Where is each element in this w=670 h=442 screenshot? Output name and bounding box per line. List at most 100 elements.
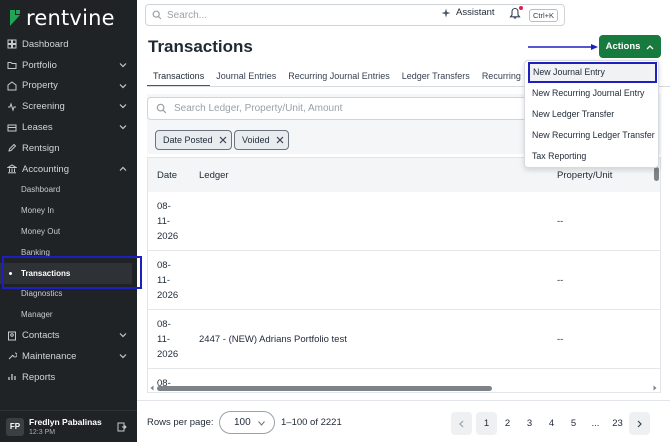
close-icon[interactable]: [276, 136, 284, 144]
chevron-up-icon: [119, 166, 127, 171]
tab-recurring-journal-entries[interactable]: Recurring Journal Entries: [282, 65, 396, 86]
chevron-up-icon: [646, 44, 654, 49]
chevron-down-icon: [119, 83, 127, 88]
sidebar-item-leases[interactable]: Leases: [0, 117, 137, 138]
chevron-down-icon: [119, 62, 127, 68]
lease-icon: [7, 123, 17, 133]
next-page-button[interactable]: [629, 412, 650, 435]
vertical-scrollbar[interactable]: [654, 167, 659, 181]
chevron-down-icon: [119, 333, 127, 338]
horizontal-scrollbar[interactable]: [157, 386, 492, 391]
column-header-ledger[interactable]: Ledger: [199, 170, 229, 181]
brand-name: rentvine: [26, 6, 115, 30]
sidebar-subitem-money-in[interactable]: Money In: [0, 200, 137, 221]
column-header-property[interactable]: Property/Unit: [557, 170, 612, 181]
menu-item-new-journal-entry[interactable]: New Journal Entry: [528, 62, 657, 83]
cell-date: 08- 11- 2026: [157, 201, 179, 242]
page-button-1[interactable]: 1: [476, 412, 497, 435]
sidebar-subitem-label: Dashboard: [21, 185, 61, 195]
sidebar-item-portfolio[interactable]: Portfolio: [0, 55, 137, 76]
annotation-highlight-transactions: [2, 256, 142, 289]
assistant-label: Assistant: [456, 7, 495, 18]
logout-icon[interactable]: [117, 422, 127, 432]
transactions-table: Date Ledger Property/Unit 08- 11- 2026 -…: [147, 157, 661, 393]
sparkle-icon: [441, 8, 451, 17]
chevron-right-icon: [637, 420, 642, 427]
sidebar-item-property[interactable]: Property: [0, 76, 137, 97]
user-time: 12:3 PM: [29, 429, 56, 436]
scroll-left-icon[interactable]: [149, 385, 155, 391]
rows-per-page-select[interactable]: 100: [219, 411, 275, 434]
table-row[interactable]: 08- 11- 2026 2447 - (NEW) Adrians Portfo…: [148, 310, 660, 369]
filter-chip-voided[interactable]: Voided: [234, 130, 289, 150]
notification-badge: [519, 6, 523, 10]
menu-item-new-ledger-transfer[interactable]: New Ledger Transfer: [525, 104, 658, 125]
sidebar-subitem-label: Manager: [21, 310, 53, 320]
contacts-icon: [7, 331, 17, 341]
sidebar-item-label: Contacts: [22, 330, 60, 342]
cell-date: 08- 11- 2026: [157, 319, 179, 360]
page-ellipsis: ...: [591, 418, 600, 429]
ledger-search-input[interactable]: Search Ledger, Property/Unit, Amount: [147, 97, 527, 120]
sidebar-item-label: Screening: [22, 101, 65, 113]
sidebar-subitem-label: Money Out: [21, 227, 61, 237]
global-search-input[interactable]: Search... Ctrl+K: [145, 4, 565, 26]
prev-page-button[interactable]: [451, 412, 472, 435]
assistant-button[interactable]: Assistant: [441, 7, 495, 18]
sidebar-subitem-label: Money In: [21, 206, 54, 216]
close-icon[interactable]: [219, 136, 227, 144]
menu-item-new-recurring-ledger-transfer[interactable]: New Recurring Ledger Transfer: [525, 124, 658, 145]
sidebar-item-dashboard[interactable]: Dashboard: [0, 34, 137, 55]
sidebar-item-contacts[interactable]: Contacts: [0, 325, 137, 346]
ledger-search-placeholder: Search Ledger, Property/Unit, Amount: [174, 103, 343, 114]
dashboard-icon: [7, 39, 17, 49]
search-icon: [152, 10, 162, 20]
filter-chip-date-posted[interactable]: Date Posted: [155, 130, 232, 150]
page-button-2[interactable]: 2: [497, 412, 518, 435]
chevron-down-icon: [258, 421, 265, 426]
cell-ledger: 2447 - (NEW) Adrians Portfolio test: [199, 334, 347, 345]
tab-journal-entries[interactable]: Journal Entries: [210, 65, 282, 86]
sidebar-subitem-manager[interactable]: Manager: [0, 304, 137, 325]
sidebar-item-reports[interactable]: Reports: [0, 367, 137, 388]
scroll-right-icon[interactable]: [652, 385, 658, 391]
sidebar-item-screening[interactable]: Screening: [0, 96, 137, 117]
chevron-down-icon: [119, 125, 127, 130]
actions-dropdown-menu: New Journal Entry New Recurring Journal …: [524, 60, 659, 168]
brand-logo[interactable]: rentvine: [8, 6, 115, 30]
page-button-4[interactable]: 4: [541, 412, 562, 435]
rows-per-page-value: 100: [234, 417, 251, 428]
table-row[interactable]: 08- 11- 2026 --: [148, 251, 660, 310]
menu-item-tax-reporting[interactable]: Tax Reporting: [525, 145, 658, 166]
avatar: FP: [6, 417, 24, 436]
menu-item-new-recurring-journal-entry[interactable]: New Recurring Journal Entry: [525, 83, 658, 104]
page-button-5[interactable]: 5: [563, 412, 584, 435]
sidebar-subitem-money-out[interactable]: Money Out: [0, 221, 137, 242]
search-icon: [156, 103, 167, 114]
filter-chip-label: Date Posted: [163, 135, 213, 145]
sidebar-item-label: Leases: [22, 122, 53, 134]
table-row[interactable]: 08- 11- 2026 --: [148, 192, 660, 251]
sidebar-item-label: Reports: [22, 371, 56, 383]
annotation-arrow: [528, 44, 598, 50]
actions-button[interactable]: Actions: [599, 35, 661, 58]
sidebar: rentvine Dashboard Portfolio Property Sc…: [0, 0, 137, 442]
sidebar-item-rentsign[interactable]: Rentsign: [0, 138, 137, 159]
sidebar-item-accounting[interactable]: Accounting: [0, 159, 137, 180]
sidebar-item-label: Property: [22, 80, 58, 92]
chevron-down-icon: [119, 104, 127, 109]
page-button-3[interactable]: 3: [519, 412, 540, 435]
page-title: Transactions: [148, 37, 253, 56]
column-header-date[interactable]: Date: [157, 170, 177, 181]
sidebar-item-maintenance[interactable]: Maintenance: [0, 346, 137, 367]
user-profile[interactable]: FP Fredlyn Pabalinas 12:3 PM: [0, 410, 137, 442]
sidebar-nav: Dashboard Portfolio Property Screening L…: [0, 34, 137, 388]
tab-ledger-transfers[interactable]: Ledger Transfers: [396, 65, 476, 86]
filter-chip-label: Voided: [242, 135, 270, 145]
bank-icon: [7, 164, 17, 174]
sidebar-subitem-label: Diagnostics: [21, 289, 63, 299]
sidebar-subitem-dashboard[interactable]: Dashboard: [0, 180, 137, 201]
page-button-23[interactable]: 23: [607, 412, 628, 435]
tab-transactions[interactable]: Transactions: [147, 65, 211, 86]
rentvine-logo-icon: [10, 10, 20, 26]
